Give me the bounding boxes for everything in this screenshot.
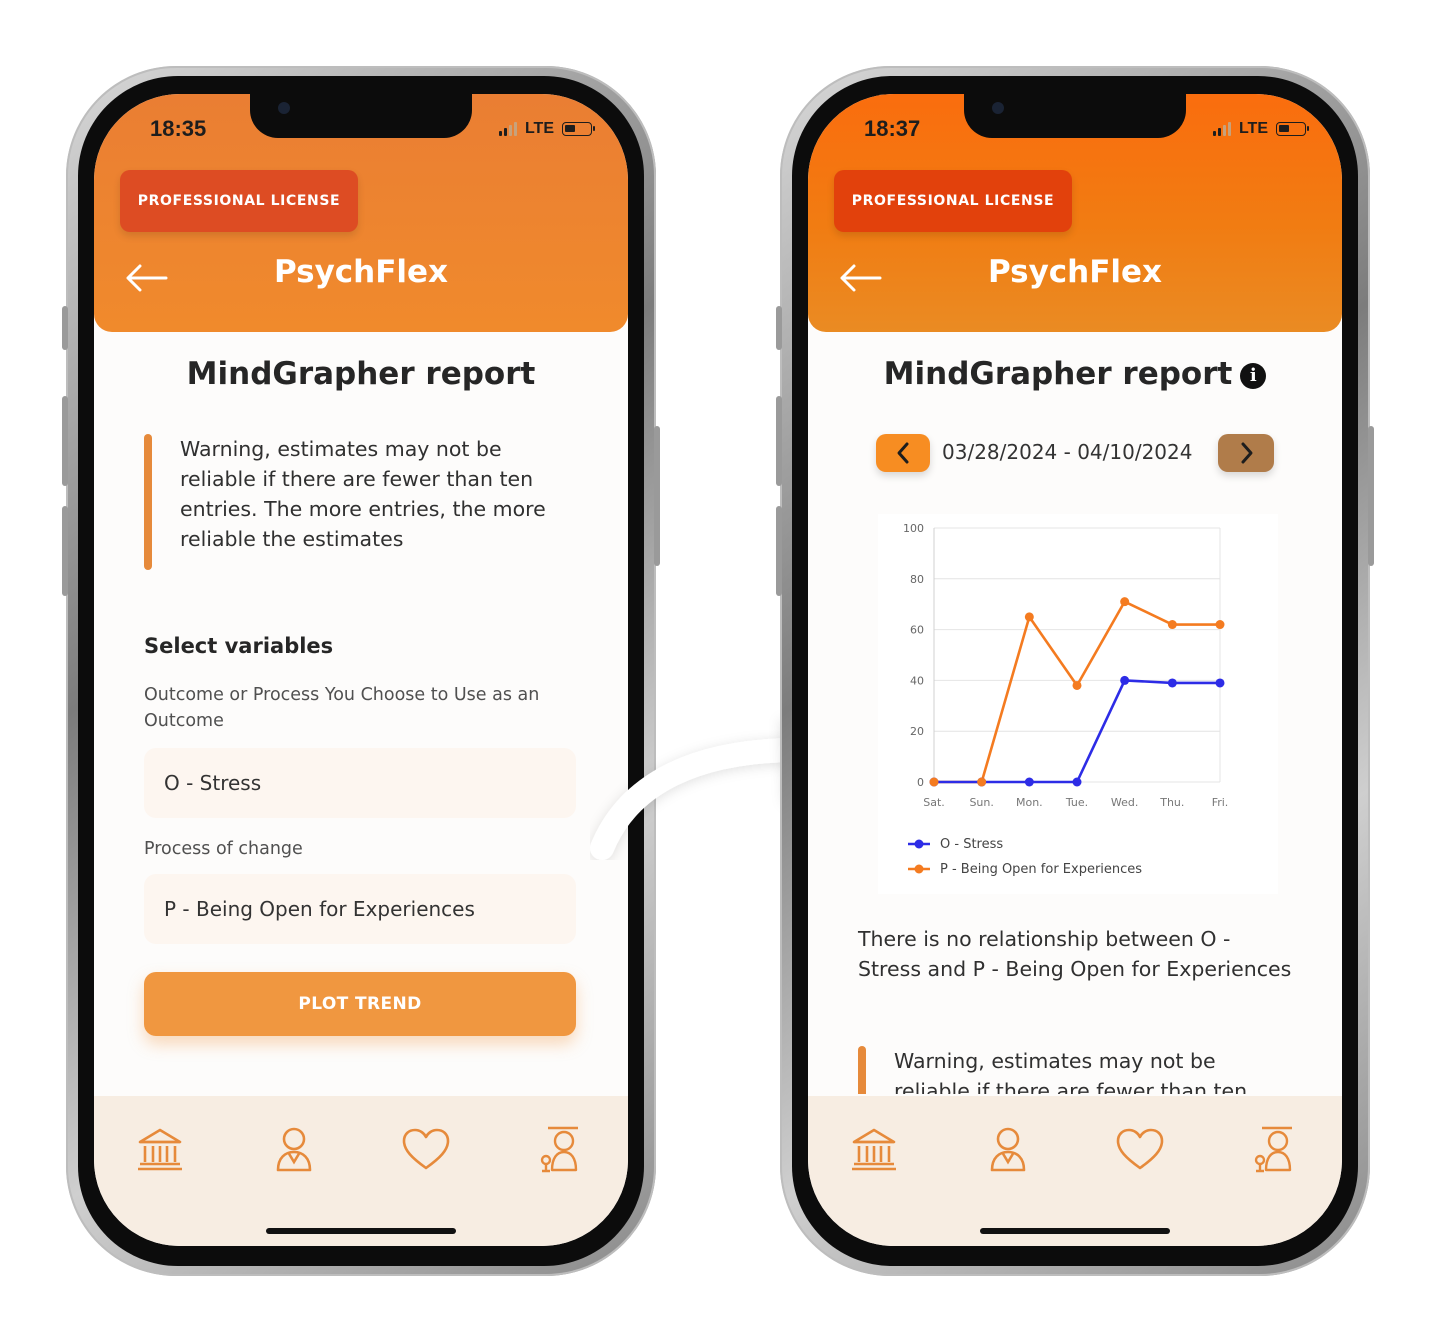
bank-icon[interactable] — [848, 1124, 900, 1176]
bottom-tab-bar — [94, 1096, 628, 1246]
heart-icon[interactable] — [1114, 1124, 1166, 1176]
status-time: 18:35 — [150, 116, 207, 141]
screen-right: 18:37 LTE PROFESSIONAL LICENSE PsychFlex… — [808, 94, 1342, 1246]
home-indicator — [266, 1228, 456, 1234]
chevron-left-icon — [897, 442, 909, 464]
process-select[interactable]: P - Being Open for Experiences — [144, 874, 576, 944]
status-indicators: LTE — [1212, 120, 1309, 138]
data-point — [1072, 680, 1082, 690]
app-title: PsychFlex — [987, 254, 1163, 290]
x-tick-label: Thu. — [1159, 796, 1184, 809]
y-tick-label: 0 — [917, 776, 924, 789]
y-tick-label: 20 — [910, 725, 924, 738]
report-scroll-area[interactable]: MindGrapher report i 03/28/2024 - 04/10/2… — [808, 332, 1342, 1094]
therapist-icon[interactable] — [534, 1124, 586, 1176]
process-label: Process of change — [144, 839, 303, 859]
user-icon[interactable] — [268, 1124, 320, 1176]
signal-icon — [1212, 122, 1231, 136]
network-label: LTE — [1238, 120, 1268, 137]
legend-marker — [914, 864, 924, 874]
select-variables-heading: Select variables — [144, 634, 334, 658]
data-point — [1024, 612, 1034, 622]
app-title: PsychFlex — [273, 254, 449, 290]
info-icon[interactable]: i — [1240, 363, 1267, 389]
x-tick-label: Tue. — [1065, 796, 1088, 809]
outcome-label: Outcome or Process You Choose to Use as … — [144, 685, 540, 731]
warning-text: Warning, estimates may not be reliable i… — [894, 1049, 1248, 1094]
bottom-tab-bar — [808, 1096, 1342, 1246]
y-tick-label: 100 — [903, 522, 924, 535]
previous-range-button[interactable] — [876, 434, 930, 472]
x-tick-label: Wed. — [1111, 796, 1138, 809]
x-tick-label: Mon. — [1016, 796, 1043, 809]
next-range-button[interactable] — [1218, 434, 1274, 472]
phone-left: 18:35 LTE PROFESSIONAL LICENSE PsychFlex… — [62, 66, 660, 1276]
data-point — [1167, 678, 1177, 688]
user-icon[interactable] — [982, 1124, 1034, 1176]
network-label: LTE — [524, 120, 554, 137]
data-point — [1215, 678, 1225, 688]
status-indicators: LTE — [498, 120, 595, 138]
y-tick-label: 80 — [910, 573, 924, 586]
legend-label: O - Stress — [940, 837, 1003, 852]
battery-icon — [562, 122, 595, 136]
chart-background — [878, 514, 1278, 894]
x-tick-label: Sat. — [923, 796, 945, 809]
therapist-icon[interactable] — [1248, 1124, 1300, 1176]
insight-text: There is no relationship between O - Str… — [858, 927, 1292, 981]
data-point — [1024, 777, 1034, 787]
data-point — [1120, 675, 1130, 685]
plot-trend-button[interactable]: PLOT TREND — [144, 972, 576, 1036]
report-title: MindGrapher report i — [808, 356, 1342, 392]
report-title-text: MindGrapher report — [883, 356, 1233, 392]
home-indicator — [980, 1228, 1170, 1234]
legend-label: P - Being Open for Experiences — [940, 862, 1142, 877]
data-point — [977, 777, 987, 787]
professional-license-badge[interactable]: PROFESSIONAL LICENSE — [834, 170, 1072, 232]
y-tick-label: 60 — [910, 624, 924, 637]
date-navigator: 03/28/2024 - 04/10/2024 — [808, 434, 1342, 474]
battery-icon — [1276, 122, 1309, 136]
heart-icon[interactable] — [400, 1124, 452, 1176]
y-tick-label: 40 — [910, 674, 924, 687]
notch — [250, 94, 472, 138]
bank-icon[interactable] — [134, 1124, 186, 1176]
professional-license-badge[interactable]: PROFESSIONAL LICENSE — [120, 170, 358, 232]
trend-chart: 0 20 40 60 80 100 Sat. Sun. Mon. Tue. Wed. Thu. Fri.… — [878, 514, 1278, 894]
screen-left: 18:35 LTE PROFESSIONAL LICENSE PsychFlex… — [94, 94, 628, 1246]
x-tick-label: Sun. — [969, 796, 993, 809]
phone-right: 18:37 LTE PROFESSIONAL LICENSE PsychFlex… — [776, 66, 1374, 1276]
data-point — [1215, 620, 1225, 630]
chevron-right-icon — [1241, 442, 1253, 464]
report-title: MindGrapher report — [186, 356, 536, 392]
data-point — [929, 777, 939, 787]
x-tick-label: Fri. — [1212, 796, 1229, 809]
data-point — [1120, 597, 1130, 607]
outcome-select[interactable]: O - Stress — [144, 748, 576, 818]
legend-marker — [914, 839, 924, 849]
notch — [964, 94, 1186, 138]
data-point — [1167, 620, 1177, 630]
date-range: 03/28/2024 - 04/10/2024 — [942, 440, 1193, 464]
status-time: 18:37 — [864, 116, 921, 141]
data-point — [1072, 777, 1082, 787]
signal-icon — [498, 122, 517, 136]
warning-text: Warning, estimates may not be reliable i… — [180, 437, 546, 551]
